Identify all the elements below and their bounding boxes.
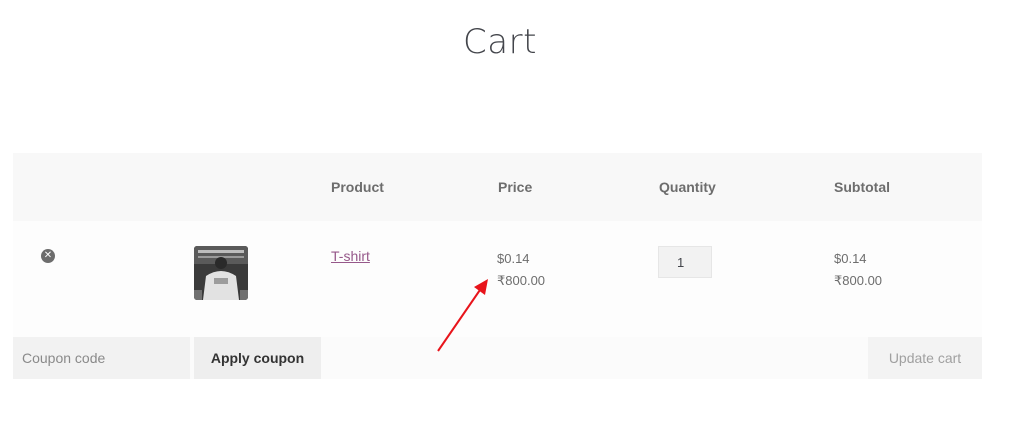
subtotal-usd: $0.14 xyxy=(834,251,867,266)
header-quantity: Quantity xyxy=(659,179,716,195)
subtotal-inr: ₹800.00 xyxy=(834,273,883,288)
product-link-t-shirt[interactable]: T-shirt xyxy=(331,248,370,264)
cart-page: Cart Product Price Quantity Subtotal ✕ T… xyxy=(0,0,1024,429)
table-header: Product Price Quantity Subtotal xyxy=(13,153,982,221)
update-cart-button[interactable]: Update cart xyxy=(868,337,982,379)
price-inr: ₹800.00 xyxy=(497,273,546,288)
t-shirt-product-thumbnail[interactable] xyxy=(194,246,248,300)
apply-coupon-button[interactable]: Apply coupon xyxy=(194,337,321,379)
annotation-arrow-icon xyxy=(437,279,488,352)
page-title: Cart xyxy=(463,22,537,62)
price-cell: $0.14 ₹800.00 xyxy=(497,248,545,292)
price-usd: $0.14 xyxy=(497,251,530,266)
header-subtotal: Subtotal xyxy=(834,179,890,195)
remove-circle-icon[interactable]: ✕ xyxy=(41,249,55,263)
subtotal-cell: $0.14 ₹800.00 xyxy=(834,248,882,292)
quantity-input[interactable] xyxy=(658,246,712,278)
header-price: Price xyxy=(498,179,533,195)
coupon-code-input[interactable] xyxy=(13,337,190,379)
header-product: Product xyxy=(331,179,384,195)
